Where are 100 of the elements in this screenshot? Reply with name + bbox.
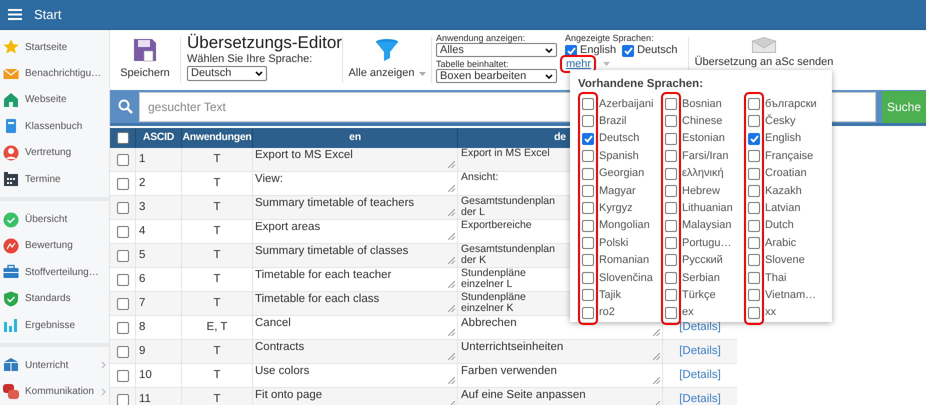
checkbox[interactable] (748, 220, 760, 232)
checkbox[interactable] (665, 202, 677, 214)
sidebar-item[interactable]: Termine (0, 166, 109, 192)
checkbox[interactable] (748, 168, 760, 180)
application-select[interactable]: Alles (436, 43, 557, 57)
checkbox[interactable] (748, 132, 760, 145)
row-checkbox[interactable] (116, 346, 128, 358)
shield-icon (3, 290, 19, 307)
checkbox[interactable] (582, 150, 594, 162)
checkbox[interactable] (748, 306, 760, 319)
row-checkbox[interactable] (116, 274, 128, 286)
sidebar-item[interactable]: Startseite (0, 34, 109, 60)
text-area[interactable]: Export areas (253, 220, 458, 243)
sidebar-item[interactable]: Stoffverteilung… (0, 259, 109, 286)
checkbox[interactable] (582, 115, 594, 128)
checkbox[interactable] (665, 168, 677, 180)
checkbox[interactable] (582, 132, 594, 145)
checkbox[interactable] (665, 132, 677, 145)
checkbox[interactable] (748, 202, 760, 214)
row-checkbox[interactable] (116, 250, 128, 262)
menu-icon[interactable] (8, 9, 22, 20)
sidebar-item[interactable]: Benachrichtigu… (0, 60, 109, 87)
checkbox[interactable] (665, 115, 677, 128)
checkbox[interactable] (665, 184, 677, 197)
row-checkbox[interactable] (116, 202, 128, 214)
checkbox[interactable] (748, 98, 760, 110)
more-link[interactable]: mehr (566, 58, 592, 70)
row-checkbox[interactable] (116, 322, 128, 334)
resize-grip-icon (448, 329, 455, 336)
checkbox[interactable] (748, 150, 760, 162)
row-checkbox[interactable] (116, 178, 128, 190)
checkbox-label: Mongolian (599, 218, 650, 234)
sidebar-item[interactable]: Ergebnisse (0, 312, 109, 338)
sidebar-item[interactable]: Unterricht (0, 352, 109, 379)
sidebar-item[interactable]: Webseite (0, 86, 109, 114)
checkbox[interactable] (582, 98, 594, 110)
text-area[interactable]: Timetable for each class (253, 292, 458, 315)
checkbox[interactable] (665, 98, 677, 110)
text-area[interactable]: Timetable for each teacher (253, 268, 458, 291)
sidebar-item[interactable]: Standards (0, 286, 109, 312)
checkbox[interactable] (665, 254, 677, 266)
checkbox[interactable] (665, 306, 677, 319)
checkbox[interactable] (582, 306, 594, 319)
checkbox[interactable] (582, 184, 594, 197)
text-area[interactable]: Summary timetable of teachers (253, 196, 458, 219)
checkbox[interactable] (748, 115, 760, 128)
table-cell: T (182, 364, 253, 387)
checkbox[interactable] (748, 237, 760, 250)
checkbox[interactable] (665, 220, 677, 232)
details-link[interactable]: [Details] (679, 318, 721, 336)
table-cell: 2 (136, 172, 182, 195)
text-area[interactable]: Unterrichtseinheiten (458, 340, 663, 363)
table-cell-text: Stundenpläne einzelner K (461, 292, 527, 314)
checkbox[interactable] (665, 289, 677, 302)
table-cell: T (182, 340, 253, 363)
checkbox[interactable] (582, 289, 594, 302)
checkbox[interactable] (582, 254, 594, 266)
text-area[interactable]: Use colors (253, 364, 458, 387)
sidebar-item[interactable]: Kommunikation (0, 378, 109, 405)
checkbox[interactable] (582, 168, 594, 180)
details-link[interactable]: [Details] (679, 342, 721, 360)
sidebar-item[interactable]: Vertretung (0, 140, 109, 166)
checkbox[interactable] (582, 220, 594, 232)
text-area[interactable]: Summary timetable of classes (253, 244, 458, 267)
text-area[interactable]: Farben verwenden (458, 364, 663, 387)
checkbox[interactable] (582, 237, 594, 250)
sidebar-item[interactable]: Klassenbuch (0, 113, 109, 140)
checkbox[interactable] (748, 254, 760, 266)
checkbox[interactable] (565, 44, 577, 56)
sidebar-item[interactable]: Bewertung (0, 232, 109, 260)
checkbox[interactable] (582, 272, 594, 284)
text-area[interactable]: Cancel (253, 316, 458, 339)
row-checkbox[interactable] (116, 394, 128, 405)
row-checkbox[interactable] (116, 370, 128, 382)
text-area[interactable]: Contracts (253, 340, 458, 363)
save-button[interactable]: Speichern (110, 33, 180, 87)
filter-button[interactable]: Alle anzeigen (343, 33, 431, 87)
language-select[interactable]: Deutsch (187, 66, 267, 81)
text-area[interactable]: View: (253, 172, 458, 195)
checkbox[interactable] (748, 289, 760, 302)
checkbox[interactable] (665, 150, 677, 162)
table-content-select[interactable]: Boxen bearbeiten (436, 69, 557, 83)
sidebar-item[interactable]: Übersicht (0, 206, 109, 233)
select-all-checkbox[interactable] (116, 132, 128, 144)
details-link[interactable]: [Details] (679, 390, 721, 405)
checkbox[interactable] (622, 44, 634, 56)
row-checkbox[interactable] (116, 154, 128, 166)
chat-bubbles-icon (3, 384, 19, 400)
text-area[interactable]: Auf eine Seite anpassen (458, 388, 663, 405)
checkbox[interactable] (748, 272, 760, 284)
checkbox[interactable] (748, 184, 760, 197)
text-area[interactable]: Fit onto page (253, 388, 458, 405)
text-area[interactable]: Export to MS Excel (253, 148, 458, 171)
row-checkbox[interactable] (116, 298, 128, 310)
details-link[interactable]: [Details] (679, 366, 721, 384)
checkbox[interactable] (665, 237, 677, 250)
checkbox-label: Hebrew (682, 184, 720, 199)
checkbox[interactable] (582, 202, 594, 214)
row-checkbox[interactable] (116, 226, 128, 238)
checkbox[interactable] (665, 272, 677, 284)
